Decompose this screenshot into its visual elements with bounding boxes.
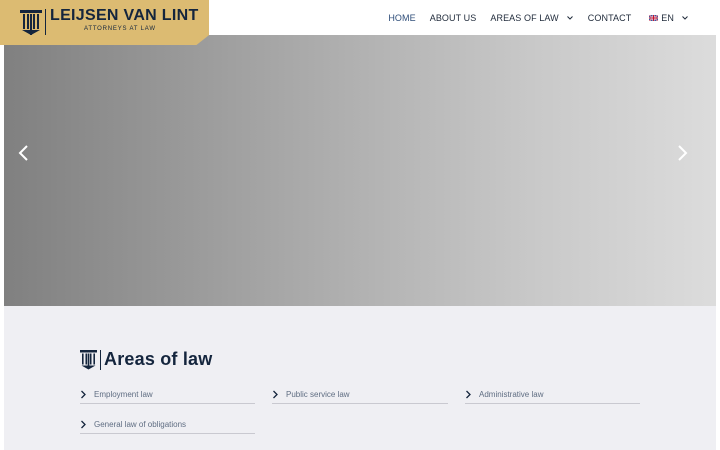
area-label: Administrative law [479, 390, 544, 399]
section-title: Areas of law [80, 349, 212, 370]
areas-of-law-section: Areas of law Employment law Public servi… [4, 306, 716, 450]
nav-home[interactable]: HOME [381, 13, 422, 23]
chevron-right-icon [466, 390, 471, 399]
logo-divider [45, 9, 46, 35]
nav-about-us[interactable]: ABOUT US [423, 13, 484, 23]
main-nav: HOME ABOUT US AREAS OF LAW CONTACT EN [381, 0, 696, 35]
areas-heading: Areas of law [104, 349, 213, 369]
brand-tagline: ATTORNEYS AT LAW [84, 26, 156, 32]
chevron-right-icon [273, 390, 278, 399]
uk-flag-icon [649, 14, 659, 21]
area-label: General law of obligations [94, 420, 187, 429]
nav-about-label: ABOUT US [429, 12, 477, 23]
pillar-icon [80, 350, 97, 370]
language-switcher[interactable]: EN [642, 13, 696, 23]
area-public-service-law[interactable]: Public service law [272, 386, 448, 404]
area-administrative-law[interactable]: Administrative law [465, 386, 640, 404]
nav-contact-label: CONTACT [587, 12, 632, 23]
hero-slider [4, 35, 716, 306]
language-label: EN [661, 12, 674, 23]
nav-areas-of-law[interactable]: AREAS OF LAW [483, 13, 580, 23]
logo[interactable]: LEIJSEN VAN LINT ATTORNEYS AT LAW [0, 0, 209, 45]
nav-areas-label: AREAS OF LAW [490, 12, 559, 23]
chevron-down-icon [682, 15, 688, 20]
nav-home-label: HOME [388, 12, 416, 23]
brand-name: LEIJSEN VAN LINT [50, 7, 199, 24]
chevron-right-icon [81, 390, 86, 399]
area-label: Employment law [94, 390, 153, 399]
chevron-left-icon[interactable] [16, 144, 32, 162]
site-header: LEIJSEN VAN LINT ATTORNEYS AT LAW HOME A… [0, 0, 720, 45]
chevron-right-icon [81, 420, 86, 429]
chevron-right-icon[interactable] [674, 144, 690, 162]
pillar-logo-icon [20, 10, 42, 35]
nav-contact[interactable]: CONTACT [581, 13, 639, 23]
chevron-down-icon [566, 15, 573, 20]
title-divider [100, 349, 101, 370]
area-general-law-of-obligations[interactable]: General law of obligations [80, 416, 255, 434]
area-label: Public service law [286, 390, 350, 399]
area-employment-law[interactable]: Employment law [80, 386, 255, 404]
